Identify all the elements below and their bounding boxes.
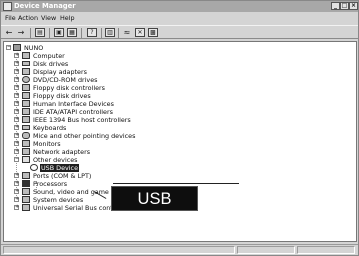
- expand-toggle[interactable]: +: [14, 109, 19, 114]
- tree-item-label: Keyboards: [33, 124, 67, 132]
- expand-toggle[interactable]: +: [14, 85, 19, 90]
- properties-icon[interactable]: ▤: [35, 28, 45, 37]
- expand-toggle[interactable]: +: [14, 141, 19, 146]
- usb-device-callout: USB Device: [111, 186, 198, 233]
- menu-bar: File Action View Help: [1, 13, 358, 23]
- status-panel: [297, 246, 355, 254]
- tree-item-label: Floppy disk drives: [33, 92, 91, 100]
- expand-toggle[interactable]: +: [14, 61, 19, 66]
- tree-item-label: Ports (COM & LPT): [33, 172, 92, 180]
- tree-item-label: IEEE 1394 Bus host controllers: [33, 116, 131, 124]
- toolbar-separator: [49, 28, 50, 38]
- unknown-device-icon: [30, 164, 38, 171]
- status-bar: [1, 244, 358, 256]
- minimize-button[interactable]: _: [331, 2, 340, 10]
- other-devices-icon: [22, 156, 30, 163]
- floppy-controller-icon: [22, 84, 30, 91]
- menu-file[interactable]: File: [5, 13, 16, 23]
- show-hidden-icon[interactable]: ▥: [105, 28, 115, 37]
- status-panel: [3, 246, 235, 254]
- status-panel: [237, 246, 295, 254]
- monitor-icon: [22, 140, 30, 147]
- system-devices-icon: [22, 196, 30, 203]
- tree-item-label-selected: USB Device: [40, 164, 80, 172]
- tree-item-label: System devices: [33, 196, 84, 204]
- menu-action[interactable]: Action: [18, 13, 38, 23]
- disable-device-icon[interactable]: ✕: [135, 28, 145, 37]
- tree-item-label: Processors: [33, 180, 68, 188]
- collapse-toggle[interactable]: −: [6, 45, 11, 50]
- window-title: Device Manager: [14, 2, 76, 10]
- processor-icon: [22, 180, 30, 187]
- tree-item-label: Other devices: [33, 156, 78, 164]
- tree-item-label: Disk drives: [33, 60, 69, 68]
- ieee1394-icon: [22, 116, 30, 123]
- floppy-drive-icon: [22, 92, 30, 99]
- mouse-icon: [22, 132, 30, 139]
- forward-arrow-icon[interactable]: →: [16, 28, 26, 37]
- collapse-toggle[interactable]: −: [14, 157, 19, 162]
- hid-icon: [22, 100, 30, 107]
- scan-hardware-icon[interactable]: ≈: [122, 28, 132, 37]
- back-arrow-icon[interactable]: ←: [4, 28, 14, 37]
- refresh-icon[interactable]: ▦: [67, 28, 77, 37]
- toolbar-separator: [30, 28, 31, 38]
- expand-toggle[interactable]: +: [14, 117, 19, 122]
- expand-toggle[interactable]: +: [14, 205, 19, 210]
- tree-item-label: Human Interface Devices: [33, 100, 114, 108]
- usb-controller-icon: [22, 204, 30, 211]
- expand-toggle[interactable]: +: [14, 181, 19, 186]
- device-manager-icon: [3, 2, 12, 11]
- tree-item-label: Floppy disk controllers: [33, 84, 105, 92]
- tree-root-label: NUNO: [24, 44, 44, 52]
- tree-item-label: Computer: [33, 52, 65, 60]
- device-tree: − NUNO + Computer + Disk drives + Displa…: [3, 41, 357, 242]
- ide-controller-icon: [22, 108, 30, 115]
- expand-toggle[interactable]: +: [14, 53, 19, 58]
- toolbar-separator: [81, 28, 82, 38]
- expand-toggle[interactable]: +: [14, 77, 19, 82]
- port-icon: [22, 172, 30, 179]
- title-bar: Device Manager _ □ ×: [1, 1, 358, 12]
- toolbar-separator: [118, 28, 119, 38]
- toolbar: ← → ▤ ▣ ▦ ? ▥ ≈ ✕ ▩: [1, 25, 358, 39]
- expand-toggle[interactable]: +: [14, 101, 19, 106]
- computer-icon: [13, 44, 21, 51]
- restore-button[interactable]: □: [340, 2, 349, 10]
- close-button[interactable]: ×: [349, 2, 358, 10]
- disk-drive-icon: [22, 61, 30, 66]
- display-adapter-icon: [22, 68, 30, 75]
- expand-toggle[interactable]: +: [14, 173, 19, 178]
- tree-item-label: Network adapters: [33, 148, 91, 156]
- callout-line: [113, 183, 239, 184]
- tree-item-label: IDE ATA/ATAPI controllers: [33, 108, 113, 116]
- tree-item-label: Mice and other pointing devices: [33, 132, 136, 140]
- keyboard-icon: [22, 125, 30, 130]
- computer-icon[interactable]: ▣: [54, 28, 64, 37]
- expand-toggle[interactable]: +: [14, 197, 19, 202]
- expand-toggle[interactable]: +: [14, 93, 19, 98]
- tree-item-label: Monitors: [33, 140, 61, 148]
- expand-toggle[interactable]: +: [14, 149, 19, 154]
- tree-item-label: Display adapters: [33, 68, 87, 76]
- expand-toggle[interactable]: +: [14, 125, 19, 130]
- computer-icon: [22, 52, 30, 59]
- help-icon[interactable]: ?: [87, 28, 97, 37]
- uninstall-device-icon[interactable]: ▩: [148, 28, 158, 37]
- expand-toggle[interactable]: +: [14, 69, 19, 74]
- cd-drive-icon: [22, 76, 30, 83]
- menu-view[interactable]: View: [41, 13, 56, 23]
- sound-icon: [22, 188, 30, 195]
- tree-item-label: DVD/CD-ROM drives: [33, 76, 98, 84]
- toolbar-separator: [101, 28, 102, 38]
- expand-toggle[interactable]: +: [14, 133, 19, 138]
- expand-toggle[interactable]: +: [14, 189, 19, 194]
- network-adapter-icon: [22, 148, 30, 155]
- menu-help[interactable]: Help: [60, 13, 75, 23]
- device-manager-window: Device Manager _ □ × File Action View He…: [0, 0, 359, 256]
